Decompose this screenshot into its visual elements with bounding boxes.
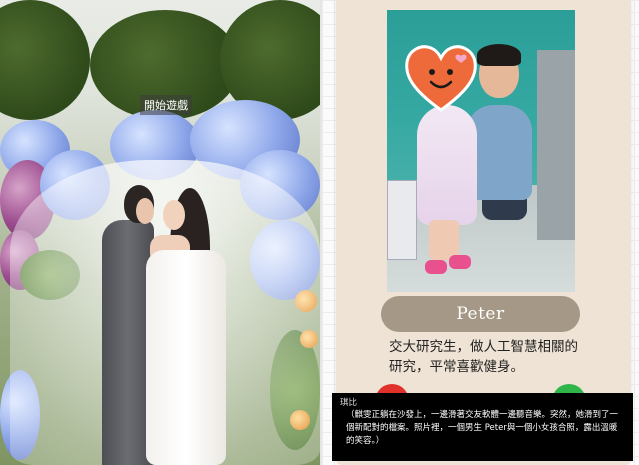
groom-face — [136, 198, 154, 224]
wedding-photo: 開始遊戲 — [0, 0, 320, 465]
bride-dress — [146, 250, 226, 465]
heart-smiley-icon — [405, 45, 477, 112]
girl-legs — [429, 220, 459, 260]
photo-shelf — [537, 50, 575, 240]
profile-name: Peter — [381, 296, 580, 332]
girl-dress — [417, 105, 477, 225]
tree — [0, 0, 90, 120]
photo-box — [387, 180, 417, 260]
girl-shoe — [425, 260, 447, 274]
speaker-name: 琪比 — [340, 398, 358, 408]
man-hair — [477, 44, 521, 66]
start-game-button[interactable]: 開始遊戲 — [140, 95, 192, 115]
profile-bio: 交大研究生，做人工智慧相關的研究，平常喜歡健身。 — [389, 339, 578, 375]
girl-shoe — [449, 255, 471, 269]
dialogue-text: （麒雯正躺在沙發上，一邊滑著交友軟體一邊聽音樂。突然，她滑到了一個新配對的檔案。… — [346, 410, 619, 446]
dialogue-box[interactable]: 琪比 （麒雯正躺在沙發上，一邊滑著交友軟體一邊聽音樂。突然，她滑到了一個新配對的… — [332, 393, 633, 461]
bride-face — [163, 200, 185, 230]
